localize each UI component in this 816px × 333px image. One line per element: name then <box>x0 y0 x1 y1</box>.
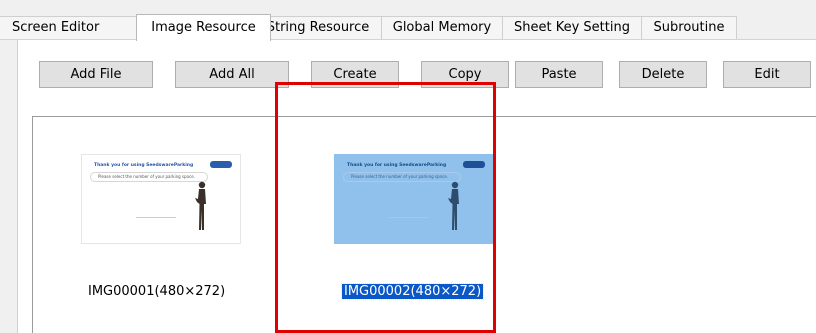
create-button[interactable]: Create <box>311 61 399 88</box>
logo-icon <box>463 161 485 168</box>
logo-icon <box>210 161 232 168</box>
tab-subroutine[interactable]: Subroutine <box>641 16 737 39</box>
edit-button[interactable]: Edit <box>723 61 811 88</box>
image-list-area[interactable]: Thank you for using SeedswareParking Ple… <box>32 116 816 333</box>
person-silhouette-icon <box>448 181 459 230</box>
image-thumbnail[interactable]: Thank you for using SeedswareParking Ple… <box>81 154 241 244</box>
image-thumbnail-selected[interactable]: Thank you for using SeedswareParking Ple… <box>334 154 494 244</box>
person-silhouette-icon <box>195 181 206 230</box>
paste-button[interactable]: Paste <box>515 61 603 88</box>
tab-string-resource[interactable]: String Resource <box>254 16 382 39</box>
tab-image-resource[interactable]: Image Resource <box>136 14 271 41</box>
copy-button[interactable]: Copy <box>421 61 509 88</box>
delete-button[interactable]: Delete <box>619 61 707 88</box>
tab-global-memory[interactable]: Global Memory <box>381 16 503 39</box>
thumbnail-text: Please select the number of your parking… <box>351 174 448 179</box>
thumbnail-text: Please select the number of your parking… <box>98 174 195 179</box>
tab-screen-editor[interactable]: Screen Editor <box>0 16 137 39</box>
tab-bar: Screen Editor Image Resource String Reso… <box>0 0 816 41</box>
tab-sheet-key-setting[interactable]: Sheet Key Setting <box>502 16 642 39</box>
add-file-button[interactable]: Add File <box>39 61 153 88</box>
add-all-button[interactable]: Add All <box>175 61 289 88</box>
image-resource-panel: Add File Add All Create Copy Paste Delet… <box>17 40 816 333</box>
thumbnail-title: Thank you for using SeedswareParking <box>94 163 194 168</box>
thumbnail-title: Thank you for using SeedswareParking <box>347 163 447 168</box>
image-caption[interactable]: IMG00001(480×272) <box>88 284 225 299</box>
image-caption-selected[interactable]: IMG00002(480×272) <box>340 283 485 300</box>
